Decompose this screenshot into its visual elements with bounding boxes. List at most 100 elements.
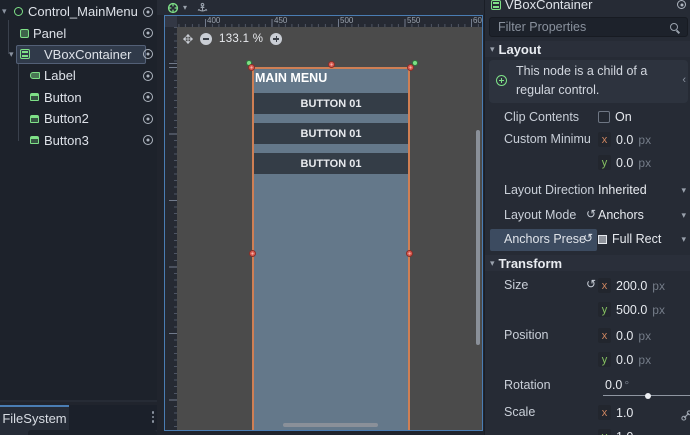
prop-label: Anchors Prese (504, 232, 586, 246)
vertical-ruler (165, 27, 177, 430)
viewport-canvas[interactable]: 133.1 % MAIN MENU BUTTON 01 BUTTON 01 BU… (177, 27, 482, 430)
prop-label: Scale (504, 405, 535, 419)
scene-tree-panel: ▾ Control_MainMenu Panel ▾ VBoxContainer… (0, 0, 157, 402)
resize-handle-top-left[interactable] (248, 64, 255, 71)
tree-item-label[interactable]: Control_MainMenu (28, 4, 138, 19)
ruler-tick-label: 600 (473, 16, 482, 25)
prop-label: Clip Contents (504, 110, 579, 124)
revert-icon[interactable]: ↺ (586, 207, 596, 221)
ruler-tick-label: 500 (340, 16, 353, 25)
custom-min-x-field[interactable]: 0.0 (616, 133, 633, 147)
canvas-editor: ▾ 400 450 500 550 600 (157, 0, 484, 435)
anchor-preset-button-icon[interactable] (167, 2, 179, 14)
scale-x-field[interactable]: 1.0 (616, 406, 633, 420)
inspector-dock: VBoxContainer ▾ Layout This node is a ch… (484, 0, 690, 435)
filter-properties-input[interactable] (490, 20, 670, 34)
zoom-in-button[interactable] (270, 33, 282, 45)
rotation-field[interactable]: 0.0 (605, 378, 622, 392)
prop-custom-minimum-size-x: Custom Minimu x 0.0 px (485, 129, 690, 152)
prop-custom-minimum-size-y: y 0.0 px (485, 152, 690, 175)
chevron-down-icon[interactable]: ▾ (681, 234, 686, 245)
tree-item-label[interactable]: Label (44, 68, 76, 83)
layout-direction-dropdown[interactable]: Inherited (598, 183, 647, 197)
chevron-down-icon[interactable]: ▾ (681, 210, 686, 221)
visibility-eye-icon[interactable] (143, 135, 153, 145)
scale-y-field[interactable]: 1.0 (616, 430, 633, 435)
tree-item-button3[interactable]: Button3 (0, 129, 157, 150)
prop-label: Position (504, 328, 548, 342)
axis-x-prefix: x (598, 278, 611, 293)
anchor-icon[interactable] (197, 2, 208, 14)
resize-handle-top-right[interactable] (407, 64, 414, 71)
viewport-frame: 400 450 500 550 600 133.1 % (164, 15, 483, 431)
size-x-field[interactable]: 200.0 (616, 279, 647, 293)
tree-item-label[interactable]: Button3 (44, 133, 89, 148)
viewport-horizontal-scrollbar[interactable] (283, 423, 378, 427)
tree-item-label[interactable]: Button2 (44, 111, 89, 126)
custom-min-y-field[interactable]: 0.0 (616, 156, 633, 170)
revert-icon[interactable]: ↺ (586, 277, 596, 291)
zoom-percentage[interactable]: 133.1 % (219, 33, 263, 45)
unit-suffix: px (652, 303, 665, 317)
layout-notice-box: This node is a child of a regular contro… (489, 60, 688, 103)
chevron-down-icon[interactable]: ▾ (681, 185, 686, 196)
resize-handle-top-center[interactable] (328, 61, 335, 68)
rotation-slider-grabber[interactable] (645, 393, 651, 399)
chevron-down-icon[interactable]: ▾ (183, 3, 187, 12)
control-node-icon (14, 7, 23, 16)
tree-item-button[interactable]: Button (0, 87, 157, 108)
unit-suffix: px (638, 133, 651, 147)
tree-item-panel[interactable]: Panel (0, 22, 157, 43)
bottom-tab-bar: FileSystem (0, 405, 157, 430)
tree-item-label[interactable]: VBoxContainer (44, 47, 131, 62)
visibility-eye-icon[interactable] (143, 7, 153, 17)
checkbox-caption: On (615, 110, 632, 124)
filesystem-panel-top (0, 430, 157, 435)
tab-options-kebab-icon[interactable] (152, 411, 155, 423)
degree-suffix: ° (624, 378, 629, 392)
link-scale-icon[interactable] (681, 410, 690, 421)
tree-item-vboxcontainer[interactable]: ▾ VBoxContainer (0, 44, 157, 65)
tree-item-label[interactable]: Button (44, 90, 82, 105)
layout-mode-dropdown[interactable]: Anchors (598, 208, 644, 222)
node-options-icon[interactable] (677, 0, 686, 9)
anchors-preset-dropdown[interactable]: Full Rect (612, 232, 661, 246)
inspector-node-name: VBoxContainer (505, 0, 592, 12)
revert-icon[interactable]: ↺ (583, 231, 593, 245)
zoom-out-button[interactable] (200, 33, 212, 45)
unit-suffix: px (638, 156, 651, 170)
tree-item-label-node[interactable]: Label (0, 65, 157, 86)
expand-arrow-icon[interactable]: ▾ (9, 49, 14, 60)
ruler-tick-label: 450 (274, 16, 287, 25)
transform-section-header[interactable]: ▾ Transform (485, 255, 690, 271)
tree-item-label[interactable]: Panel (33, 26, 66, 41)
layout-section-header[interactable]: ▾ Layout (485, 41, 690, 57)
tree-item-button2[interactable]: Button2 (0, 108, 157, 129)
clip-contents-checkbox[interactable] (598, 111, 610, 123)
visibility-eye-icon[interactable] (143, 114, 153, 124)
axis-y-prefix: y (598, 429, 611, 435)
size-y-field[interactable]: 500.0 (616, 303, 647, 317)
resize-handle-mid-right[interactable] (406, 250, 413, 257)
tab-filesystem[interactable]: FileSystem (0, 405, 69, 430)
visibility-eye-icon[interactable] (143, 28, 153, 38)
chevron-left-icon[interactable]: ‹ (682, 74, 686, 86)
viewport-vertical-scrollbar[interactable] (476, 130, 480, 345)
visibility-eye-icon[interactable] (143, 92, 153, 102)
notice-text-line2: regular control. (516, 83, 599, 97)
resize-handle-mid-left[interactable] (249, 250, 256, 257)
ruler-origin-button[interactable] (165, 16, 177, 27)
tree-item-control-mainmenu[interactable]: ▾ Control_MainMenu (0, 1, 157, 22)
vboxcontainer-node-icon (491, 0, 501, 10)
pan-view-icon[interactable] (183, 34, 193, 44)
position-y-field[interactable]: 0.0 (616, 353, 633, 367)
tab-filesystem-label: FileSystem (2, 411, 66, 426)
position-x-field[interactable]: 0.0 (616, 329, 633, 343)
axis-y-prefix: y (598, 155, 611, 170)
layout-section-title: Layout (499, 42, 542, 57)
prop-anchors-preset: Anchors Prese ↺ Full Rect ▾ (485, 229, 690, 252)
button-node-icon (30, 136, 39, 144)
visibility-eye-icon[interactable] (143, 71, 153, 81)
visibility-eye-icon[interactable] (143, 49, 153, 59)
expand-arrow-icon[interactable]: ▾ (2, 6, 7, 17)
